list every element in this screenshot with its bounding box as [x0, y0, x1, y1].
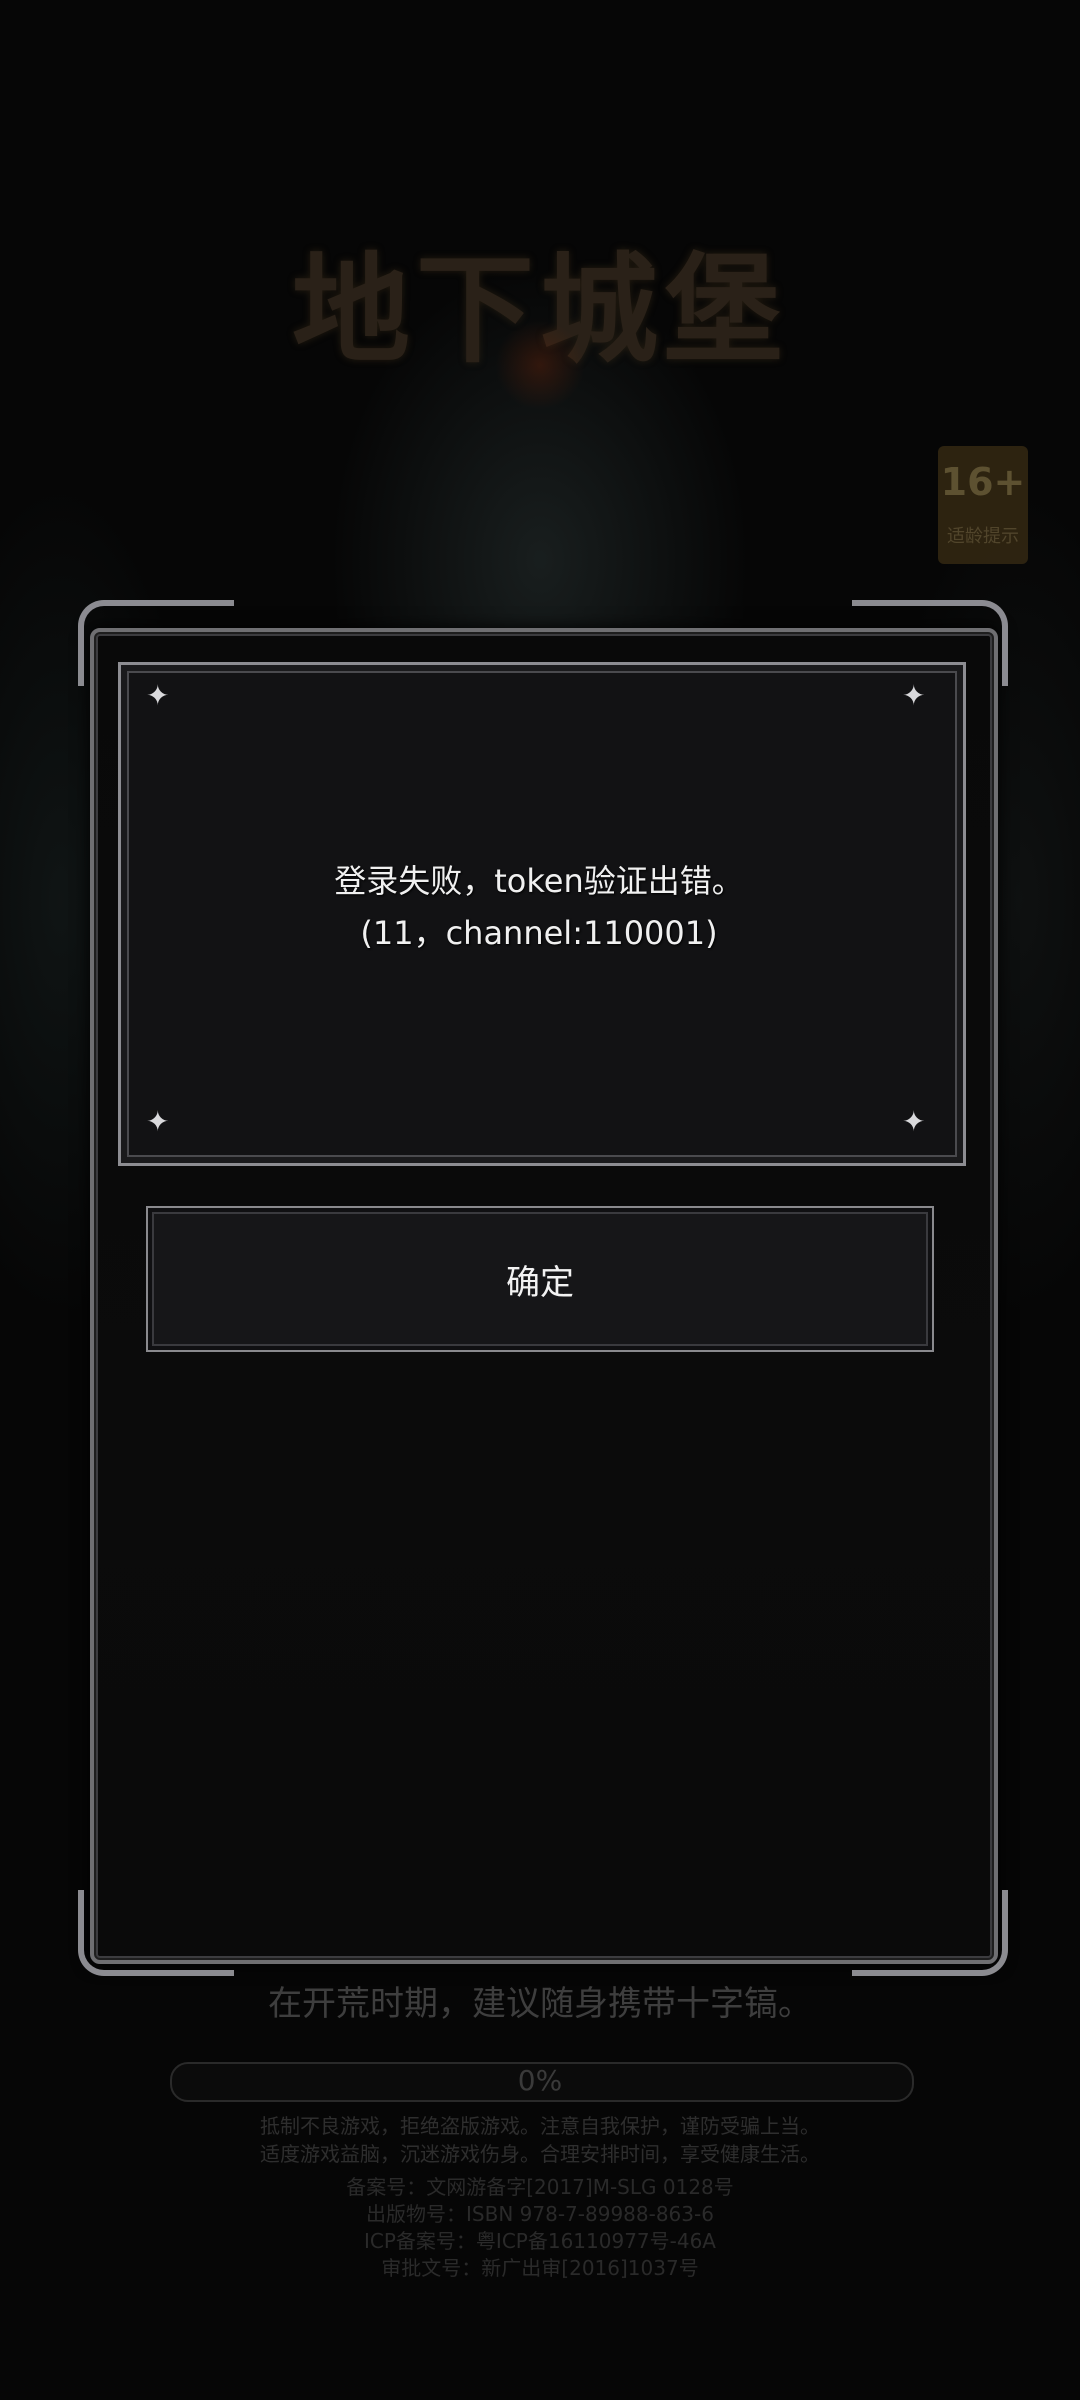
error-message-code: (11，channel:110001)	[360, 914, 718, 952]
health-notice-line: 适度游戏益脑，沉迷游戏伤身。合理安排时间，享受健康生活。	[260, 2142, 820, 2166]
license-line: 审批文号：新广出审[2016]1037号	[381, 2256, 699, 2280]
health-notice-line: 抵制不良游戏，拒绝盗版游戏。注意自我保护，谨防受骗上当。	[260, 2114, 820, 2138]
license-line[interactable]: ICP备案号：粤ICP备16110977号-46A	[0, 2228, 1080, 2255]
license-line: 备案号：文网游备字[2017]M-SLG 0128号	[346, 2175, 734, 2199]
loading-progress-text: 0%	[517, 2064, 563, 2097]
license-info: 备案号：文网游备字[2017]M-SLG 0128号 出版物号：ISBN 978…	[0, 2174, 1080, 2282]
age-rating-number: 16+	[940, 460, 1026, 504]
confirm-button-label: 确定	[506, 1262, 574, 1303]
logo-emblem	[495, 320, 585, 410]
ornament-corner-icon	[852, 1890, 1008, 1976]
loading-tip: 在开荒时期，建议随身携带十字镐。	[268, 1984, 812, 2024]
sparkle-icon: ✦	[902, 1105, 926, 1138]
error-message-line: 登录失败，token验证出错。	[334, 862, 744, 900]
sparkle-icon: ✦	[902, 679, 926, 712]
age-rating-badge[interactable]: 16+ 适龄提示	[938, 446, 1028, 564]
license-line: 出版物号：ISBN 978-7-89988-863-6	[366, 2202, 714, 2226]
sparkle-icon: ✦	[146, 679, 170, 712]
sparkle-icon: ✦	[146, 1105, 170, 1138]
health-notice: 抵制不良游戏，拒绝盗版游戏。注意自我保护，谨防受骗上当。 适度游戏益脑，沉迷游戏…	[0, 2112, 1080, 2168]
confirm-button[interactable]: 确定	[146, 1206, 934, 1352]
ornament-corner-icon	[78, 1890, 234, 1976]
age-rating-label: 适龄提示	[947, 526, 1019, 547]
error-message: 登录失败，token验证出错。 (11，channel:110001)	[118, 855, 960, 959]
